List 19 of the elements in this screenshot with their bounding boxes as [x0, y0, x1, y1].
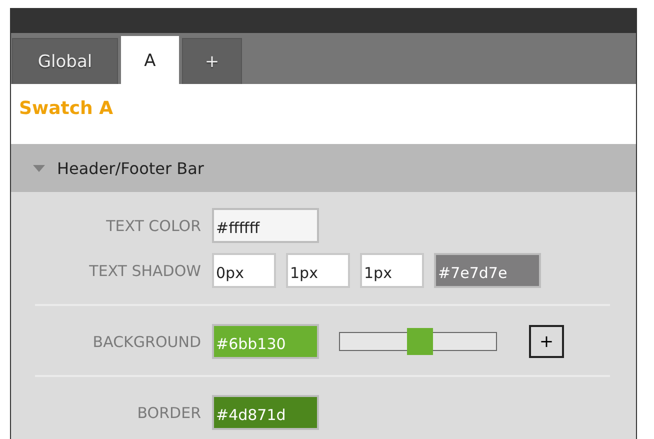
input-field[interactable]: #7e7d7e	[434, 253, 541, 288]
field-label: BACKGROUND	[92, 332, 201, 350]
input-field[interactable]: #ffffff	[212, 208, 319, 243]
swatch-title: Swatch A	[19, 98, 114, 119]
add-button[interactable]: +	[529, 325, 564, 358]
input-field[interactable]: #4d871d	[212, 395, 319, 430]
tab[interactable]: Global	[12, 38, 118, 84]
field-label: TEXT COLOR	[105, 216, 201, 234]
section-header[interactable]: Header/Footer Bar	[11, 144, 636, 192]
input-field[interactable]: 1px	[286, 253, 350, 288]
triangle-icon	[33, 164, 45, 172]
tab[interactable]: A	[121, 36, 179, 84]
field-label: BORDER	[136, 404, 201, 422]
slider-thumb[interactable]	[406, 328, 433, 355]
input-field[interactable]: 1px	[360, 253, 424, 288]
tab[interactable]: +	[182, 38, 242, 84]
field-label: TEXT SHADOW	[88, 262, 201, 280]
input-field[interactable]: 0px	[212, 253, 276, 288]
slider[interactable]	[339, 328, 497, 355]
